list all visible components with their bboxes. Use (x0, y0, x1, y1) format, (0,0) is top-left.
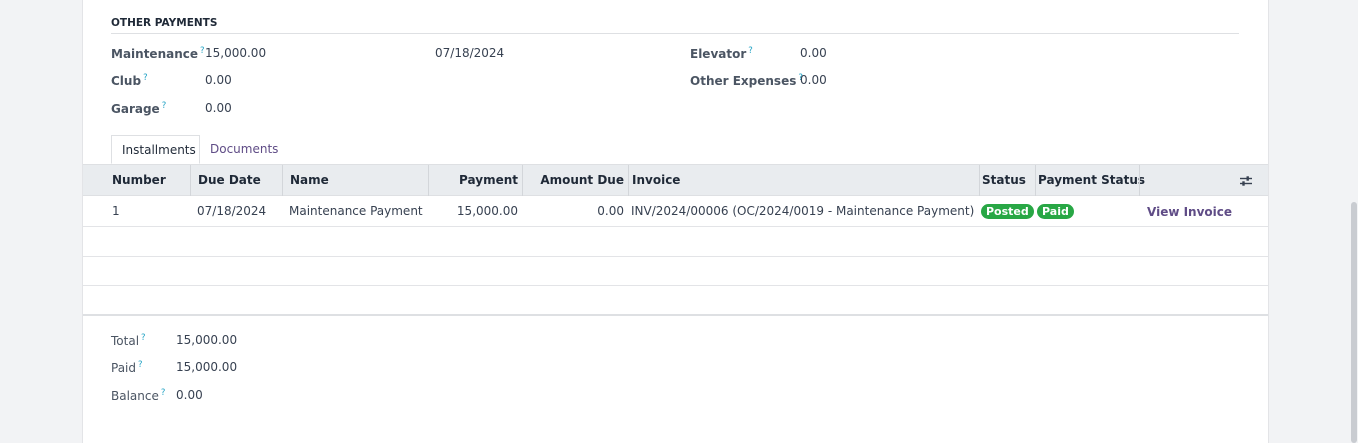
paid-label: Paid? (111, 360, 143, 375)
balance-label: Balance? (111, 388, 165, 403)
other-expenses-label-text: Other Expenses (690, 74, 797, 88)
column-header-amount-due[interactable]: Amount Due (522, 165, 628, 196)
table-row-empty (83, 257, 1268, 286)
cell-payment: 15,000.00 (456, 204, 518, 218)
cell-name: Maintenance Payment (289, 204, 423, 218)
column-header-due-date[interactable]: Due Date (190, 165, 284, 196)
maintenance-label-text: Maintenance (111, 47, 199, 61)
tab-installments[interactable]: Installments (111, 135, 200, 164)
other-expenses-value[interactable]: 0.00 (800, 73, 827, 87)
payment-status-badge: Paid (1037, 204, 1074, 219)
column-header-status[interactable]: Status (979, 165, 1035, 196)
balance-value: 0.00 (176, 388, 203, 402)
column-header-payment[interactable]: Payment (428, 165, 522, 196)
total-value: 15,000.00 (176, 333, 238, 347)
maintenance-label: Maintenance? (111, 46, 205, 61)
help-icon[interactable]: ? (143, 73, 148, 83)
sliders-icon[interactable] (1239, 174, 1253, 188)
scrollbar-thumb[interactable] (1351, 202, 1357, 443)
club-label: Club? (111, 73, 148, 88)
help-icon[interactable]: ? (200, 46, 205, 56)
garage-label-text: Garage (111, 102, 160, 116)
cell-status: Posted (981, 196, 1034, 226)
section-title: OTHER PAYMENTS (111, 17, 1239, 34)
cell-amount-due: 0.00 (597, 204, 624, 218)
paid-value: 15,000.00 (176, 360, 238, 374)
tab-documents[interactable]: Documents (200, 135, 288, 164)
help-icon[interactable]: ? (141, 333, 146, 343)
other-expenses-label: Other Expenses? (690, 73, 803, 88)
garage-label: Garage? (111, 101, 166, 116)
cell-payment-status: Paid (1037, 196, 1074, 226)
view-invoice-button[interactable]: View Invoice (1147, 197, 1232, 227)
column-header-name[interactable]: Name (282, 165, 428, 196)
elevator-value[interactable]: 0.00 (800, 46, 827, 60)
elevator-label: Elevator? (690, 46, 753, 61)
balance-label-text: Balance (111, 389, 159, 403)
club-label-text: Club (111, 74, 142, 88)
help-icon[interactable]: ? (161, 388, 166, 398)
help-icon[interactable]: ? (162, 101, 167, 111)
help-icon[interactable]: ? (748, 46, 753, 56)
maintenance-value[interactable]: 15,000.00 (205, 46, 266, 60)
elevator-label-text: Elevator (690, 47, 747, 61)
table-header: Number Due Date Name Payment Amount Due … (83, 164, 1268, 196)
paid-label-text: Paid (111, 361, 137, 375)
total-label: Total? (111, 333, 146, 348)
cell-due-date: 07/18/2024 (197, 204, 267, 218)
scrollbar-track[interactable] (1350, 0, 1358, 443)
table-row-empty (83, 227, 1268, 257)
cell-number: 1 (112, 204, 120, 218)
table-row[interactable]: 1 07/18/2024 Maintenance Payment 15,000.… (83, 196, 1268, 227)
garage-value[interactable]: 0.00 (205, 101, 232, 115)
club-value[interactable]: 0.00 (205, 73, 232, 87)
column-header-payment-status[interactable]: Payment Status (1035, 165, 1145, 196)
total-label-text: Total (111, 334, 140, 348)
help-icon[interactable]: ? (138, 360, 143, 370)
status-badge: Posted (981, 204, 1034, 219)
column-header-invoice[interactable]: Invoice (628, 165, 979, 196)
table-row-empty (83, 286, 1268, 316)
maintenance-date[interactable]: 07/18/2024 (435, 46, 504, 60)
cell-invoice[interactable]: INV/2024/00006 (OC/2024/0019 - Maintenan… (631, 196, 974, 226)
form-sheet: OTHER PAYMENTS Maintenance? 15,000.00 07… (82, 0, 1269, 443)
column-header-number[interactable]: Number (112, 165, 192, 196)
